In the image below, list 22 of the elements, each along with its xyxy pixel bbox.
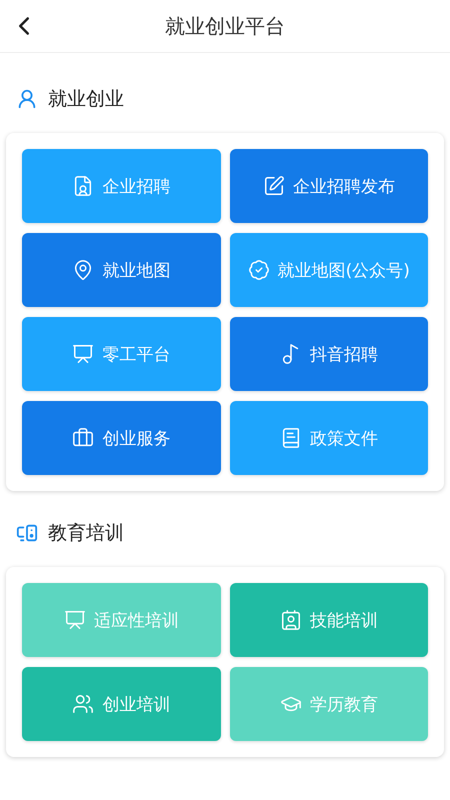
contact-card-icon [280,609,302,631]
menu-tile[interactable]: 适应性培训 [22,583,220,657]
section-title: 就业创业 [48,87,124,112]
menu-tile[interactable]: 就业地图 [22,233,220,307]
menu-tile[interactable]: 技能培训 [230,583,428,657]
menu-tile[interactable]: 政策文件 [230,401,428,475]
edit-icon [262,175,285,197]
menu-tile[interactable]: 抖音招聘 [230,317,428,391]
menu-tile[interactable]: 学历教育 [230,667,428,741]
menu-tile[interactable]: 创业服务 [22,401,220,475]
group-icon [72,693,94,715]
menu-tile[interactable]: 企业招聘 [22,149,220,223]
person-icon [16,88,38,110]
menu-tile[interactable]: 企业招聘发布 [230,149,428,223]
menu-tile[interactable]: 就业地图(公众号) [230,233,428,307]
briefcase-icon [72,427,94,449]
section-title: 教育培训 [48,521,124,546]
menu-tile[interactable]: 零工平台 [22,317,220,391]
menu-tile[interactable]: 创业培训 [22,667,220,741]
screen-icon [72,343,94,365]
page-title: 就业创业平台 [165,12,285,40]
check-badge-icon [248,259,270,281]
